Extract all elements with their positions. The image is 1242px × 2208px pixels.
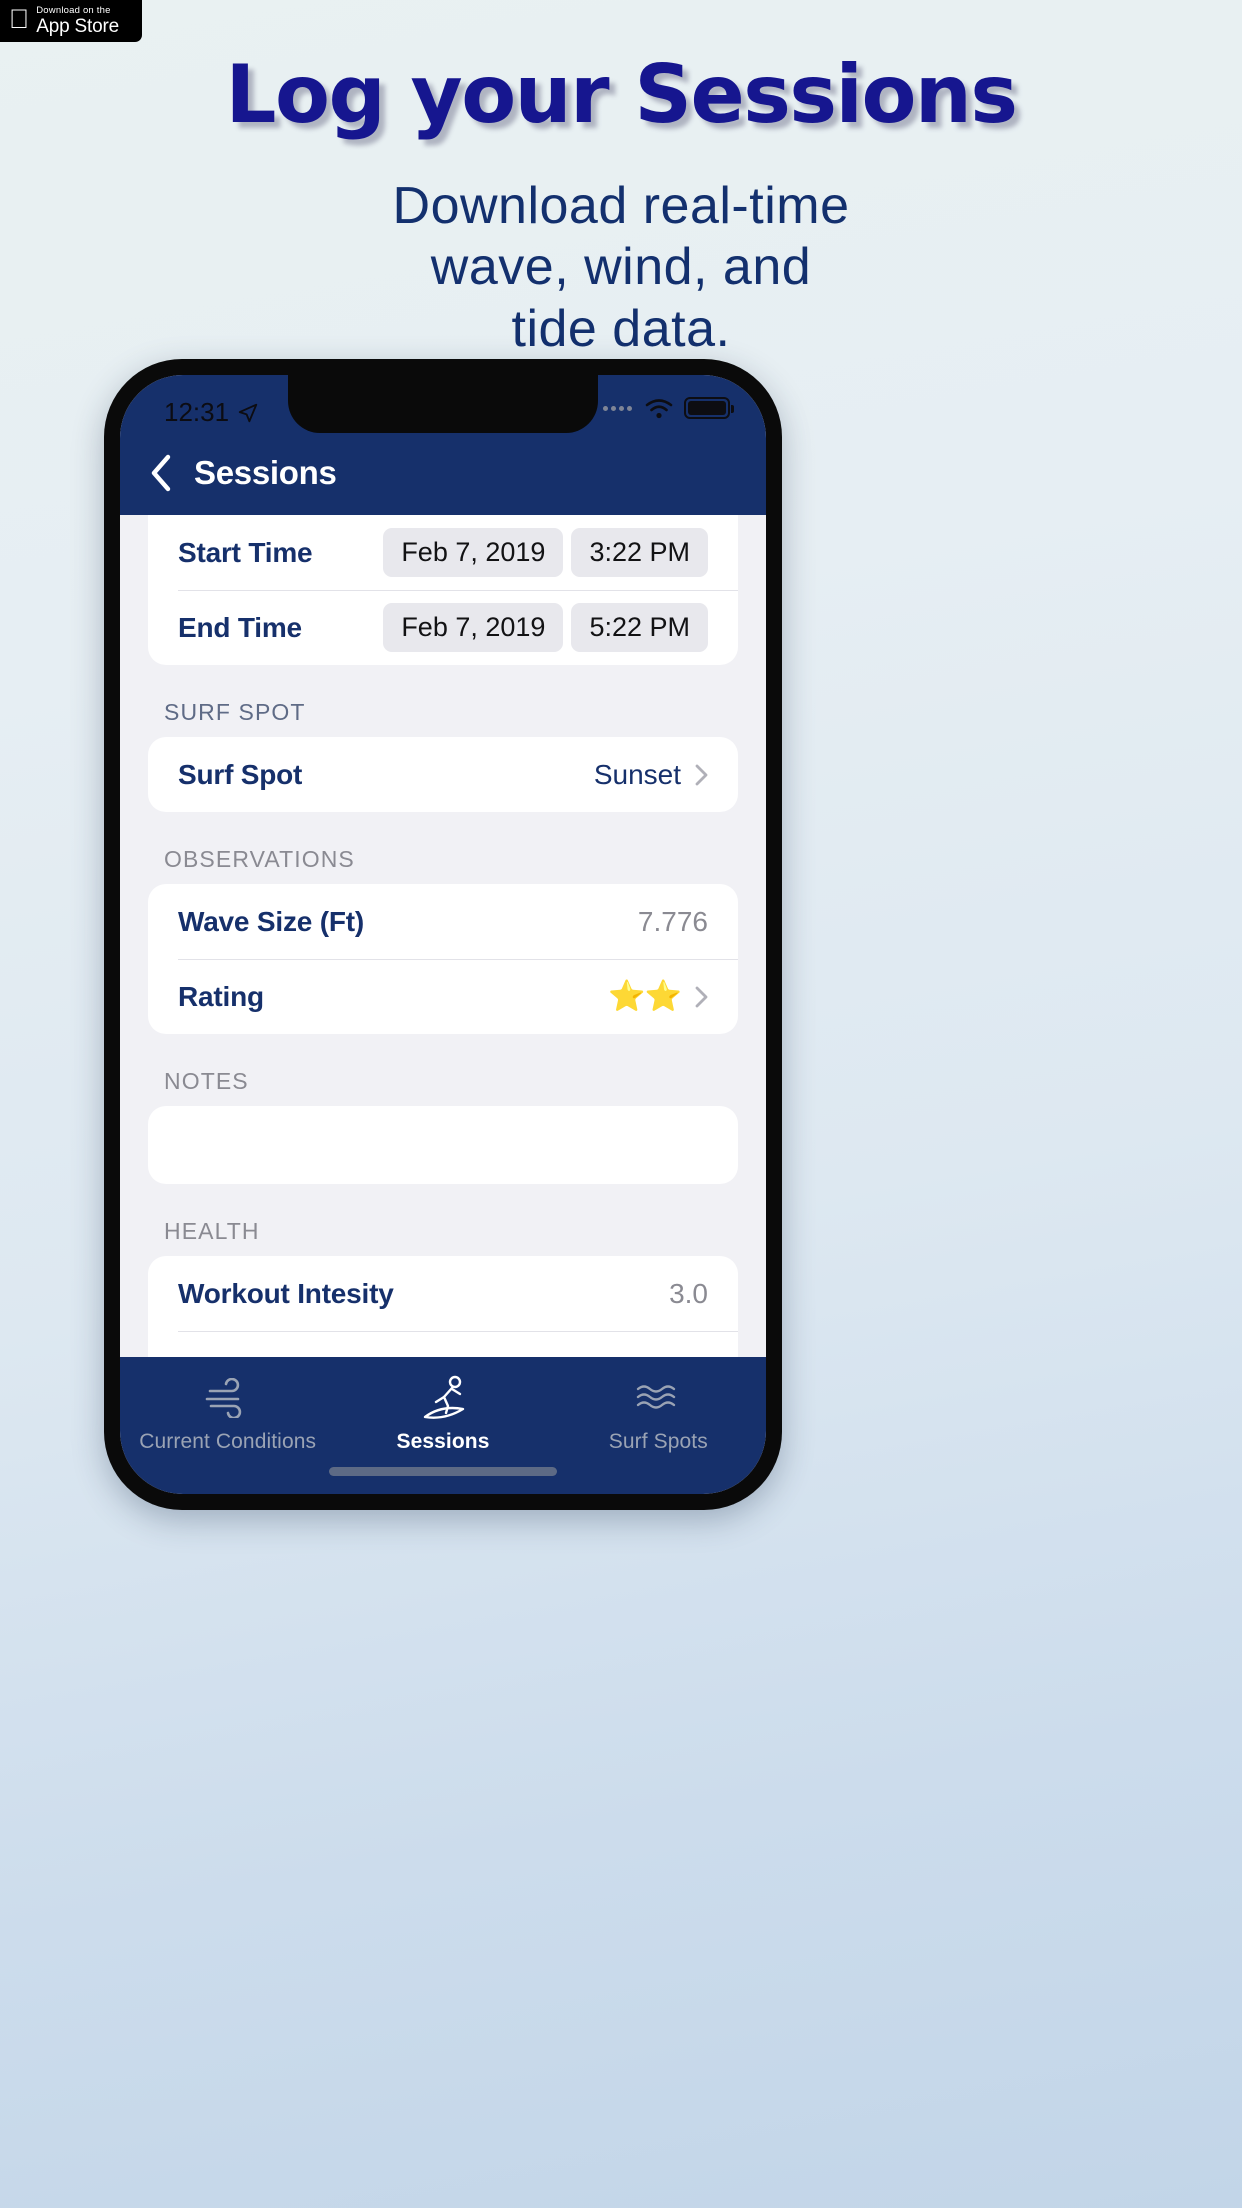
tab-surf-spots[interactable]: Surf Spots [551,1375,766,1454]
observations-section-header: OBSERVATIONS [164,846,355,872]
time-card: Start Time Feb 7, 2019 3:22 PM End Time … [148,515,738,665]
phone-screen: 12:31 Sessions Start Time Feb 7, 2019 3:… [120,375,766,1494]
tab-label-sessions: Sessions [396,1430,490,1453]
location-arrow-icon [238,403,258,422]
signal-dots-icon [603,405,632,411]
wifi-icon [645,399,673,419]
start-time-pills: Feb 7, 2019 3:22 PM [383,528,708,577]
start-time-pill[interactable]: 3:22 PM [571,528,708,577]
home-indicator[interactable] [329,1467,557,1476]
end-date-pill[interactable]: Feb 7, 2019 [383,603,564,652]
app-store-badge[interactable]:  Download on the App Store [0,0,142,42]
rating-value-wrap: ⭐⭐ [608,979,708,1014]
tab-sessions[interactable]: Sessions [335,1375,550,1454]
badge-small-text: Download on the [16,5,110,17]
chevron-right-icon[interactable] [695,986,708,1008]
end-time-pill[interactable]: 5:22 PM [571,603,708,652]
surf-spot-card: Surf Spot Sunset [148,737,738,812]
start-time-label: Start Time [178,536,313,568]
wind-icon [202,1375,254,1421]
phone-mockup: 12:31 Sessions Start Time Feb 7, 2019 3:… [104,359,782,1510]
end-time-label: End Time [178,611,302,643]
promo-subhead-line-3: tide data. [511,299,731,358]
start-date-pill[interactable]: Feb 7, 2019 [383,528,564,577]
status-bar-right [603,397,734,419]
surfer-icon [419,1375,467,1421]
badge-large-text: App Store [16,15,119,37]
surf-spot-row[interactable]: Surf Spot Sunset [148,737,738,812]
form-content[interactable]: Start Time Feb 7, 2019 3:22 PM End Time … [120,515,766,1389]
workout-intensity-row[interactable]: Workout Intesity 3.0 [148,1256,738,1331]
notes-section-header: NOTES [164,1068,249,1094]
health-section-header: HEALTH [164,1218,260,1244]
waves-icon [632,1375,684,1421]
page-title: Sessions [194,454,337,491]
end-time-row[interactable]: End Time Feb 7, 2019 5:22 PM [148,590,738,665]
start-time-row[interactable]: Start Time Feb 7, 2019 3:22 PM [148,515,738,590]
wave-size-value: 7.776 [637,905,708,937]
notes-input[interactable] [148,1106,738,1184]
rating-label: Rating [178,980,264,1012]
rating-row[interactable]: Rating ⭐⭐ [148,959,738,1034]
tab-label-current-conditions: Current Conditions [139,1430,317,1453]
workout-intensity-value: 3.0 [669,1277,708,1309]
observations-card: Wave Size (Ft) 7.776 Rating ⭐⭐ [148,884,738,1034]
tab-current-conditions[interactable]: Current Conditions [120,1375,335,1454]
promo-subhead-line-1: Download real-time [392,177,850,235]
surf-spot-value-wrap: Sunset [594,759,708,791]
phone-notch [288,375,598,433]
wave-size-label: Wave Size (Ft) [178,905,364,937]
workout-intensity-label: Workout Intesity [178,1277,394,1309]
promo-headline: Log your Sessions [225,48,1018,141]
promo-subhead-line-2: wave, wind, and [430,238,812,297]
status-bar: 12:31 [120,375,766,437]
surf-spot-value: Sunset [593,758,681,790]
end-time-pills: Feb 7, 2019 5:22 PM [383,603,708,652]
surf-spot-label: Surf Spot [178,758,303,790]
chevron-left-icon[interactable] [150,454,172,492]
promo-subhead: Download real-time wave, wind, and tide … [0,176,1242,360]
tab-bar: Current Conditions Sessions Surf Spots [120,1357,766,1494]
status-bar-left: 12:31 [164,397,259,428]
star-rating-icon: ⭐⭐ [608,980,682,1013]
surf-spot-section-header: SURF SPOT [164,699,306,725]
wave-size-row[interactable]: Wave Size (Ft) 7.776 [148,884,738,959]
status-bar-time: 12:31 [164,397,230,427]
chevron-right-icon[interactable] [695,764,708,786]
battery-full-icon [684,397,734,419]
nav-bar: Sessions [120,437,766,515]
tab-label-surf-spots: Surf Spots [608,1430,708,1453]
apple-logo-icon:  [9,6,29,33]
